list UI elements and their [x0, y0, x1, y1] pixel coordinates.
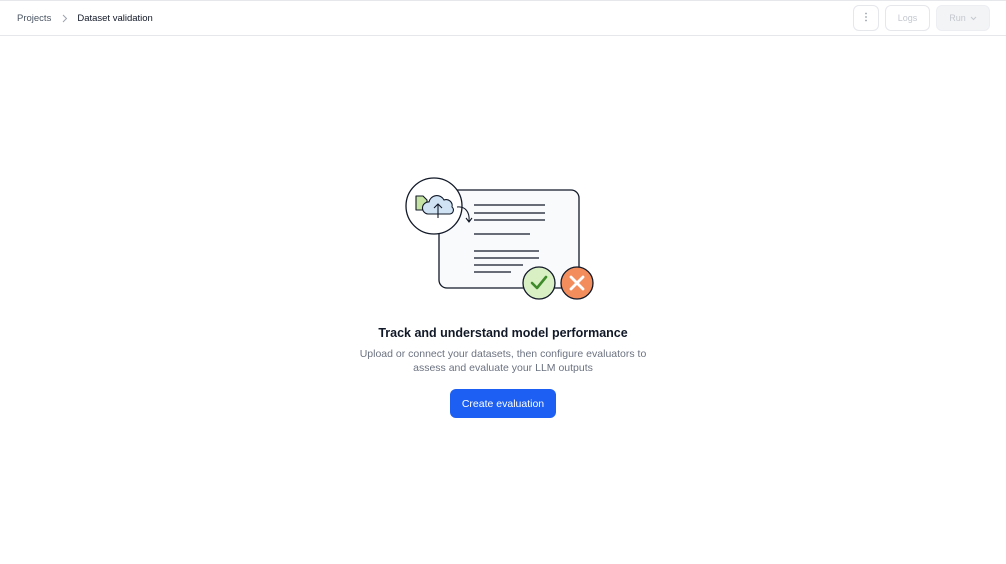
check-circle-icon [522, 266, 556, 300]
evaluation-illustration [405, 177, 594, 300]
empty-state: Track and understand model performance U… [0, 176, 1006, 418]
more-options-button[interactable] [853, 5, 879, 31]
run-label: Run [949, 13, 966, 23]
toolbar-actions: Logs Run [853, 5, 990, 31]
chevron-right-icon [62, 14, 68, 23]
more-vertical-icon [864, 12, 868, 24]
empty-state-description: Upload or connect your datasets, then co… [359, 348, 647, 374]
breadcrumb-current: Dataset validation [77, 12, 153, 24]
chevron-down-icon [970, 13, 977, 23]
create-evaluation-button[interactable]: Create evaluation [449, 389, 557, 418]
x-circle-icon [560, 266, 594, 300]
breadcrumb-projects-link[interactable]: Projects [17, 13, 51, 24]
breadcrumb: Projects Dataset validation [17, 13, 153, 24]
empty-state-title: Track and understand model performance [378, 326, 628, 340]
logs-button[interactable]: Logs [885, 5, 930, 31]
run-button[interactable]: Run [936, 5, 990, 31]
top-bar: Projects Dataset validation Logs Run [0, 0, 1006, 36]
